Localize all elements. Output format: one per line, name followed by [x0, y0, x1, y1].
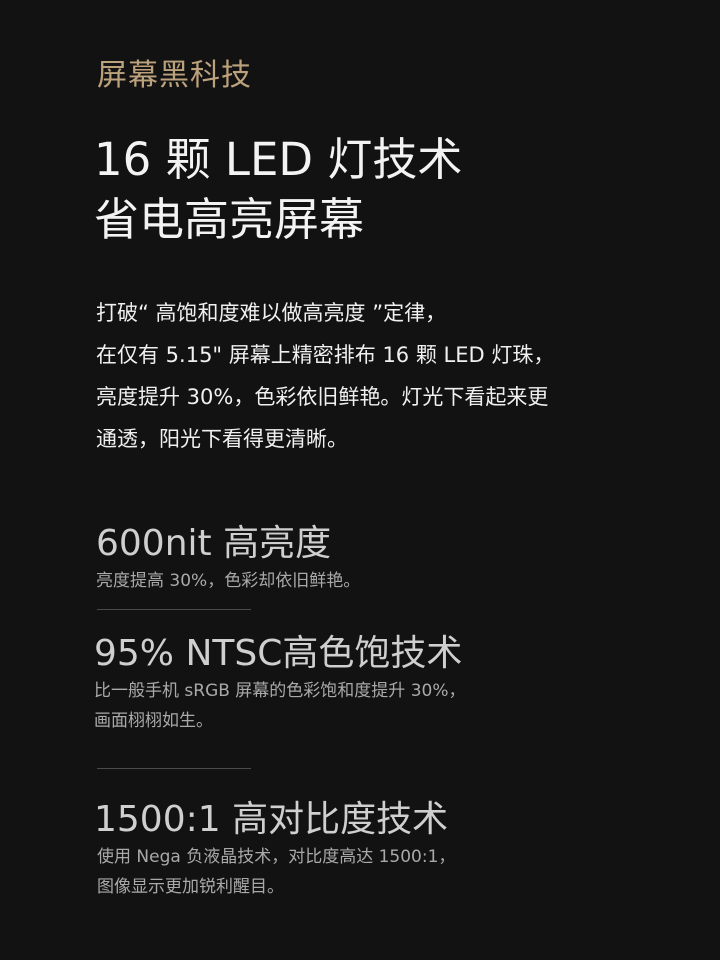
intro-paragraph: 打破“ 高饱和度难以做高亮度 ”定律， 在仅有 5.15" 屏幕上精密排布 16…	[96, 292, 656, 460]
feature-desc: 使用 Nega 负液晶技术，对比度高达 1500:1，	[97, 847, 456, 867]
intro-line-1: 打破“ 高饱和度难以做高亮度 ”定律，	[96, 301, 447, 325]
intro-line-2: 在仅有 5.15" 屏幕上精密排布 16 颗 LED 灯珠，	[96, 343, 555, 367]
feature-desc: 比一般手机 sRGB 屏幕的色彩饱和度提升 30%，	[94, 681, 466, 701]
feature-title: 600nit 高亮度	[96, 523, 332, 564]
feature-desc: 亮度提高 30%，色彩却依旧鲜艳。	[96, 571, 361, 591]
feature-divider	[97, 609, 251, 610]
feature-desc-2: 画面栩栩如生。	[94, 711, 213, 731]
headline-line-2: 省电高亮屏幕	[94, 193, 365, 246]
feature-divider	[97, 768, 251, 769]
feature-desc-2: 图像显示更加锐利醒目。	[97, 877, 284, 897]
feature-color-gamut: 95% NTSC高色饱技术 比一般手机 sRGB 屏幕的色彩饱和度提升 30%，…	[94, 632, 674, 736]
headline-line-1: 16 颗 LED 灯技术	[94, 133, 463, 186]
intro-line-4: 通透，阳光下看得更清晰。	[96, 427, 348, 451]
intro-line-3: 亮度提升 30%，色彩依旧鲜艳。灯光下看起来更	[96, 385, 549, 409]
screen-tech-section: 屏幕黑科技 16 颗 LED 灯技术 省电高亮屏幕 打破“ 高饱和度难以做高亮度…	[0, 0, 720, 960]
feature-title: 1500:1 高对比度技术	[94, 799, 449, 840]
feature-contrast: 1500:1 高对比度技术 使用 Nega 负液晶技术，对比度高达 1500:1…	[94, 798, 674, 902]
headline: 16 颗 LED 灯技术 省电高亮屏幕	[94, 130, 694, 250]
section-eyebrow: 屏幕黑科技	[97, 58, 252, 93]
feature-brightness: 600nit 高亮度 亮度提高 30%，色彩却依旧鲜艳。	[96, 522, 676, 596]
feature-title: 95% NTSC高色饱技术	[94, 633, 463, 674]
